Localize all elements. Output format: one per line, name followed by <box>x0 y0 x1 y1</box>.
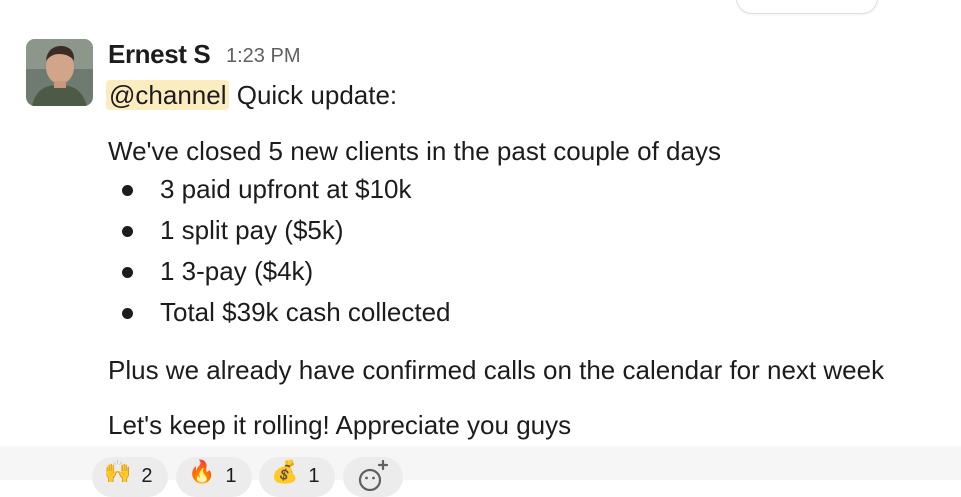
author-name[interactable]: Ernest S <box>108 38 211 70</box>
message-first-line: @channel Quick update: <box>106 78 397 112</box>
bullet-icon <box>122 267 133 278</box>
bullet-icon <box>122 185 133 196</box>
reaction-fire[interactable]: 🔥 1 <box>176 457 252 497</box>
raised-hands-icon: 🙌 <box>104 459 132 484</box>
reaction-raised-hands[interactable]: 🙌 2 <box>92 457 168 497</box>
reaction-count: 1 <box>225 465 237 487</box>
message-paragraph-2: Plus we already have confirmed calls on … <box>108 355 885 385</box>
channel-mention[interactable]: @channel <box>106 80 230 110</box>
list-item-text: Total $39k cash collected <box>160 297 451 327</box>
message-paragraph-1: We've closed 5 new clients in the past c… <box>108 136 721 166</box>
timestamp[interactable]: 1:23 PM <box>226 43 300 69</box>
bullet-icon <box>122 226 133 237</box>
list-item-text: 3 paid upfront at $10k <box>160 174 412 204</box>
message-actions-pill[interactable] <box>736 0 878 14</box>
reaction-count: 2 <box>141 465 153 487</box>
list-item-text: 1 3-pay ($4k) <box>160 256 314 286</box>
intro-text: Quick update: <box>236 80 398 110</box>
message-paragraph-3: Let's keep it rolling! Appreciate you gu… <box>108 410 572 440</box>
fire-icon: 🔥 <box>188 459 216 484</box>
list-item-text: 1 split pay ($5k) <box>160 215 344 245</box>
profile-photo-icon <box>26 39 93 106</box>
bullet-icon <box>122 308 133 319</box>
add-emoji-icon <box>358 459 389 492</box>
add-reaction-button[interactable] <box>343 457 403 497</box>
avatar[interactable] <box>26 39 93 106</box>
reaction-count: 1 <box>308 465 320 487</box>
money-bag-icon: 💰 <box>271 459 299 484</box>
reaction-money-bag[interactable]: 💰 1 <box>259 457 335 497</box>
